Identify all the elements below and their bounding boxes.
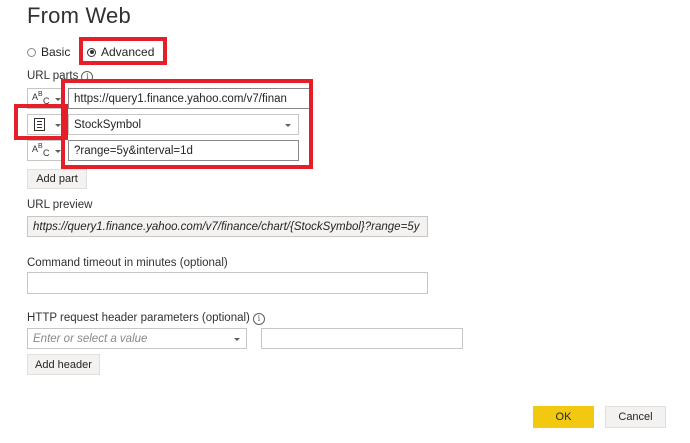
url-preview-label: URL preview: [27, 199, 93, 211]
chevron-down-icon: [55, 98, 61, 101]
parameter-icon: [34, 118, 45, 131]
part-type-parameter-button[interactable]: [27, 114, 63, 135]
timeout-label: Command timeout in minutes (optional): [27, 257, 228, 269]
chevron-down-icon: [285, 124, 291, 127]
advanced-radio[interactable]: [87, 47, 96, 57]
basic-radio[interactable]: [27, 47, 36, 57]
http-headers-label: HTTP request header parameters (optional…: [27, 312, 265, 325]
cancel-button[interactable]: Cancel: [605, 406, 666, 428]
text-type-icon: ABC: [32, 142, 50, 158]
info-icon: i: [81, 71, 94, 83]
parameter-select[interactable]: StockSymbol: [68, 114, 299, 135]
http-headers-label-text: HTTP request header parameters (optional…: [27, 312, 250, 324]
url-part-input[interactable]: ?range=5y&interval=1d: [68, 140, 299, 161]
header-name-placeholder: Enter or select a value: [33, 332, 148, 345]
url-parts-label: URL parts i: [27, 70, 94, 83]
header-value-input[interactable]: [261, 328, 463, 349]
url-preview-value: https://query1.finance.yahoo.com/v7/fina…: [33, 220, 420, 233]
add-header-button[interactable]: Add header: [27, 354, 100, 375]
url-part-value: https://query1.finance.yahoo.com/v7/fina…: [74, 92, 287, 105]
text-type-icon: ABC: [32, 90, 50, 106]
parameter-select-value: StockSymbol: [74, 118, 142, 131]
chevron-down-icon: [234, 338, 240, 341]
header-name-select[interactable]: Enter or select a value: [27, 328, 247, 349]
part-type-text-button[interactable]: ABC: [27, 88, 63, 109]
ok-button[interactable]: OK: [533, 406, 594, 428]
url-preview-field: https://query1.finance.yahoo.com/v7/fina…: [27, 216, 428, 237]
info-icon: i: [252, 313, 265, 325]
advanced-label: Advanced: [101, 45, 155, 59]
chevron-down-icon: [55, 124, 61, 127]
from-web-dialog: From Web Basic Advanced URL parts i ABC h…: [0, 0, 690, 443]
add-part-button[interactable]: Add part: [27, 169, 87, 189]
advanced-radio-option[interactable]: Advanced: [87, 42, 154, 62]
basic-radio-option[interactable]: Basic: [27, 42, 70, 62]
part-type-text-button[interactable]: ABC: [27, 140, 63, 161]
url-part-input[interactable]: https://query1.finance.yahoo.com/v7/fina…: [68, 88, 312, 109]
url-part-value: ?range=5y&interval=1d: [74, 144, 193, 157]
timeout-input[interactable]: [27, 272, 428, 294]
url-parts-label-text: URL parts: [27, 70, 79, 82]
basic-label: Basic: [41, 45, 71, 59]
chevron-down-icon: [55, 150, 61, 153]
dialog-title: From Web: [27, 3, 131, 28]
